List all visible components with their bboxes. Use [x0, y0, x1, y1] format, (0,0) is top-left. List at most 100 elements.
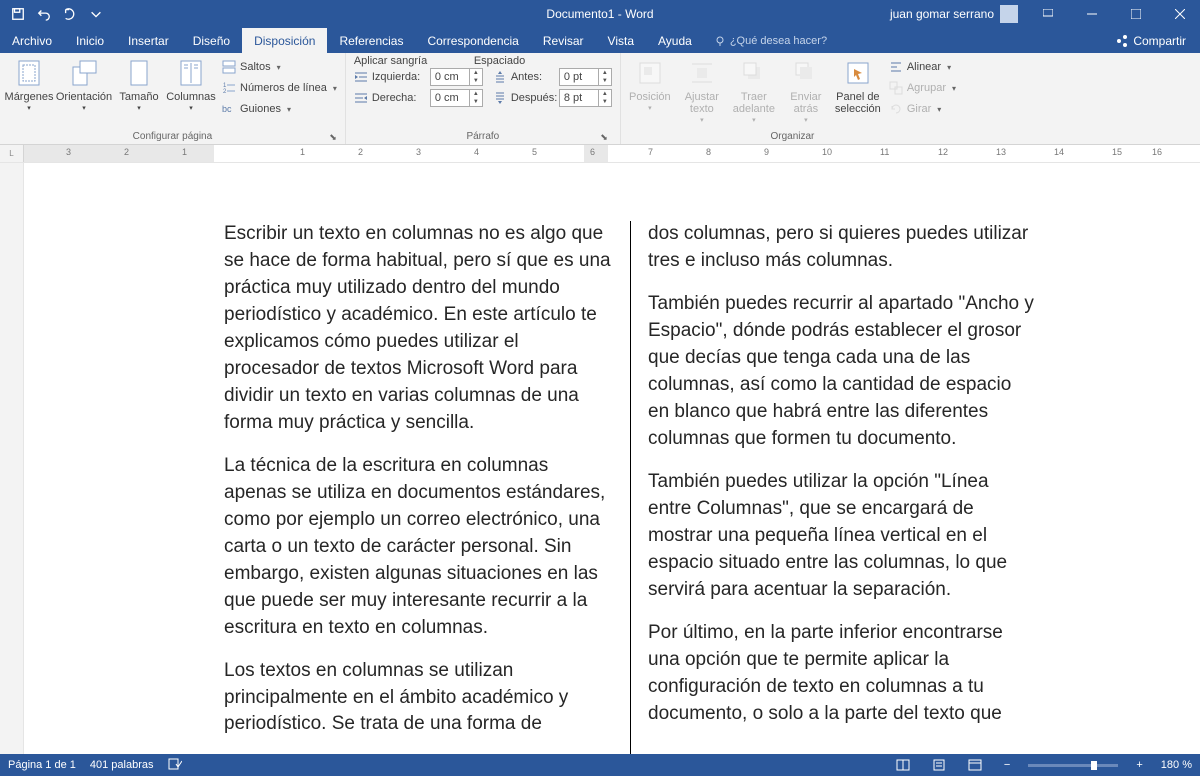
- space-after-label: Después:: [511, 92, 555, 104]
- rotate-icon: [889, 102, 903, 116]
- indent-header: Aplicar sangría: [354, 55, 474, 67]
- workspace: Escribir un texto en columnas no es algo…: [0, 163, 1200, 754]
- space-before-label: Antes:: [511, 71, 555, 83]
- redo-button[interactable]: [58, 2, 82, 26]
- rotate-button: Girar: [885, 99, 960, 119]
- zoom-slider[interactable]: [1028, 764, 1118, 767]
- paragraph-launcher[interactable]: ⬊: [600, 132, 608, 143]
- svg-text:2: 2: [223, 89, 227, 95]
- bring-forward-icon: [738, 57, 770, 89]
- paragraph: Escribir un texto en columnas no es algo…: [224, 221, 612, 437]
- position-button: Posición▾: [625, 55, 675, 113]
- selection-pane-icon: [842, 57, 874, 89]
- tab-file[interactable]: Archivo: [0, 28, 64, 53]
- space-after-input[interactable]: 8 pt▲▼: [559, 89, 612, 107]
- space-before-input[interactable]: 0 pt▲▼: [559, 68, 612, 86]
- group-label-page-setup: Configurar página⬊: [4, 130, 341, 144]
- maximize-button[interactable]: [1116, 0, 1156, 28]
- selection-pane-button[interactable]: Panel de selección: [833, 55, 883, 115]
- minimize-button[interactable]: [1072, 0, 1112, 28]
- paragraph: También puedes recurrir al apartado "Anc…: [648, 291, 1036, 453]
- undo-button[interactable]: [32, 2, 56, 26]
- align-button[interactable]: Alinear: [885, 57, 960, 77]
- orientation-button[interactable]: Orientación▾: [56, 55, 112, 113]
- paragraph: Los textos en columnas se utilizan princ…: [224, 658, 612, 739]
- column-divider: [630, 221, 631, 754]
- margins-button[interactable]: Márgenes▾: [4, 55, 54, 113]
- zoom-level[interactable]: 180 %: [1161, 759, 1192, 771]
- paragraph: La técnica de la escritura en columnas a…: [224, 453, 612, 642]
- group-arrange: Posición▾ Ajustar texto▾ Traer adelante▾…: [621, 53, 964, 144]
- send-backward-icon: [790, 57, 822, 89]
- breaks-icon: [222, 60, 236, 74]
- tab-design[interactable]: Diseño: [181, 28, 242, 53]
- share-button[interactable]: Compartir: [1101, 28, 1200, 53]
- hyphenation-icon: bc: [222, 102, 236, 116]
- tab-layout[interactable]: Disposición: [242, 28, 327, 53]
- horizontal-ruler[interactable]: L 32112345678910111213141516: [0, 145, 1200, 163]
- page-setup-launcher[interactable]: ⬊: [329, 132, 337, 143]
- column-2[interactable]: dos columnas, pero si quieres puedes uti…: [648, 221, 1036, 754]
- send-backward-button: Enviar atrás▾: [781, 55, 831, 125]
- indent-right-input[interactable]: 0 cm▲▼: [430, 89, 483, 107]
- group-icon: [889, 81, 903, 95]
- share-icon: [1115, 34, 1129, 48]
- tab-review[interactable]: Revisar: [531, 28, 596, 53]
- quick-access-toolbar: [0, 2, 108, 26]
- tab-home[interactable]: Inicio: [64, 28, 116, 53]
- line-numbers-button[interactable]: 12Números de línea: [218, 78, 341, 98]
- tab-mailings[interactable]: Correspondencia: [415, 28, 530, 53]
- web-layout-button[interactable]: [964, 756, 986, 774]
- space-after-icon: [493, 91, 507, 105]
- window-title: Documento1 - Word: [546, 7, 653, 21]
- zoom-in-button[interactable]: +: [1132, 759, 1146, 771]
- user-name: juan gomar serrano: [890, 7, 994, 21]
- ribbon-tabs: Archivo Inicio Insertar Diseño Disposici…: [0, 28, 1200, 53]
- line-numbers-icon: 12: [222, 81, 236, 95]
- indent-left-label: Izquierda:: [372, 71, 426, 83]
- columns-icon: [175, 57, 207, 89]
- column-1[interactable]: Escribir un texto en columnas no es algo…: [224, 221, 612, 754]
- read-mode-button[interactable]: [892, 756, 914, 774]
- spacing-header: Espaciado: [474, 55, 525, 67]
- breaks-button[interactable]: Saltos: [218, 57, 341, 77]
- qat-customize-button[interactable]: [84, 2, 108, 26]
- orientation-icon: [68, 57, 100, 89]
- tell-me-search[interactable]: ¿Qué desea hacer?: [704, 28, 837, 53]
- lightbulb-icon: [714, 35, 726, 47]
- page-indicator[interactable]: Página 1 de 1: [8, 759, 76, 771]
- tab-view[interactable]: Vista: [596, 28, 646, 53]
- word-count[interactable]: 401 palabras: [90, 759, 154, 771]
- group-paragraph: Aplicar sangría Espaciado Izquierda: 0 c…: [346, 53, 621, 144]
- page: Escribir un texto en columnas no es algo…: [54, 163, 1188, 754]
- ruler-corner: L: [0, 145, 24, 162]
- group-label-arrange: Organizar: [625, 130, 960, 144]
- indent-left-input[interactable]: 0 cm▲▼: [430, 68, 483, 86]
- space-before-icon: [493, 70, 507, 84]
- hyphenation-button[interactable]: bcGuiones: [218, 99, 341, 119]
- vertical-ruler[interactable]: [0, 163, 24, 754]
- wrap-text-button: Ajustar texto▾: [677, 55, 727, 125]
- wrap-text-icon: [686, 57, 718, 89]
- tab-help[interactable]: Ayuda: [646, 28, 704, 53]
- save-button[interactable]: [6, 2, 30, 26]
- avatar: [1000, 5, 1018, 23]
- title-bar: Documento1 - Word juan gomar serrano: [0, 0, 1200, 28]
- close-button[interactable]: [1160, 0, 1200, 28]
- indent-right-icon: [354, 91, 368, 105]
- document-viewport[interactable]: Escribir un texto en columnas no es algo…: [24, 163, 1200, 754]
- status-bar: Página 1 de 1 401 palabras − + 180 %: [0, 754, 1200, 776]
- indent-left-icon: [354, 70, 368, 84]
- print-layout-button[interactable]: [928, 756, 950, 774]
- user-account[interactable]: juan gomar serrano: [884, 5, 1024, 23]
- columns-button[interactable]: Columnas▾: [166, 55, 216, 113]
- svg-text:bc: bc: [222, 104, 232, 114]
- spell-check-icon[interactable]: [168, 758, 182, 773]
- tab-insert[interactable]: Insertar: [116, 28, 181, 53]
- tab-references[interactable]: Referencias: [327, 28, 415, 53]
- zoom-out-button[interactable]: −: [1000, 759, 1014, 771]
- ribbon-options-button[interactable]: [1028, 0, 1068, 28]
- paragraph: Por último, en la parte inferior encontr…: [648, 620, 1036, 728]
- group-button: Agrupar: [885, 78, 960, 98]
- size-button[interactable]: Tamaño▾: [114, 55, 164, 113]
